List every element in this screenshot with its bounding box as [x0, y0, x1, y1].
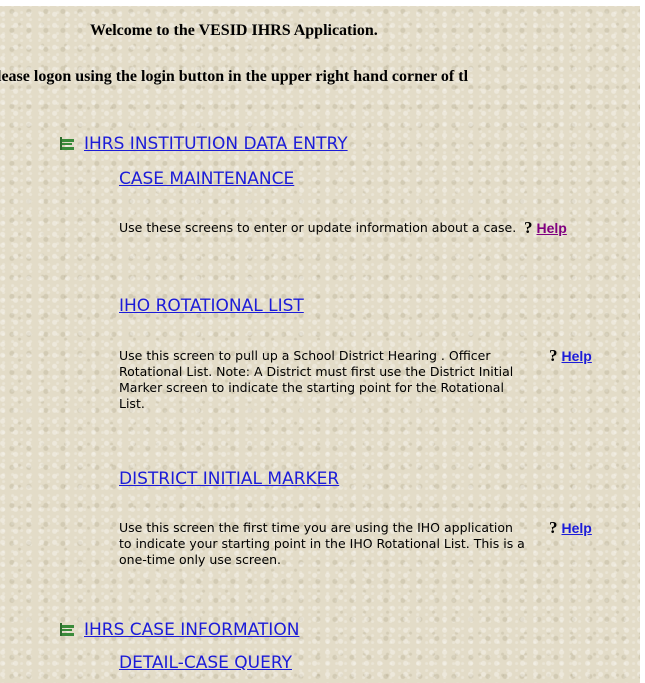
case-maintenance-help[interactable]: ? Help: [524, 218, 567, 238]
iho-rotational-list-description: Use this screen to pull up a School Dist…: [119, 348, 514, 411]
help-link[interactable]: Help: [562, 348, 592, 364]
detail-case-query-link[interactable]: DETAIL-CASE QUERY: [119, 653, 292, 673]
right-edge: [640, 0, 645, 683]
iho-rotational-list-help[interactable]: ? Help: [549, 346, 592, 366]
section-link-institution-data-entry[interactable]: IHRS INSTITUTION DATA ENTRY: [84, 134, 348, 154]
welcome-heading: Welcome to the VESID IHRS Application.: [90, 22, 378, 39]
case-maintenance-link[interactable]: CASE MAINTENANCE: [119, 169, 294, 189]
help-link[interactable]: Help: [537, 220, 567, 236]
district-initial-marker-link[interactable]: DISTRICT INITIAL MARKER: [119, 469, 339, 489]
question-mark-icon: ?: [549, 346, 558, 365]
iho-rotational-list-link[interactable]: IHO ROTATIONAL LIST: [119, 296, 304, 316]
help-link[interactable]: Help: [562, 520, 592, 536]
district-initial-marker-description: Use this screen the first time you are u…: [119, 520, 525, 567]
tree-node-icon: [60, 137, 74, 150]
logon-instructions: lease logon using the login button in th…: [0, 68, 469, 85]
top-strip: [0, 0, 645, 6]
district-initial-marker-help[interactable]: ? Help: [549, 518, 592, 538]
case-maintenance-description: Use these screens to enter or update inf…: [119, 220, 517, 235]
tree-node-icon: [60, 623, 74, 636]
question-mark-icon: ?: [549, 518, 558, 537]
section-link-case-information[interactable]: IHRS CASE INFORMATION: [84, 620, 299, 640]
question-mark-icon: ?: [524, 218, 533, 237]
